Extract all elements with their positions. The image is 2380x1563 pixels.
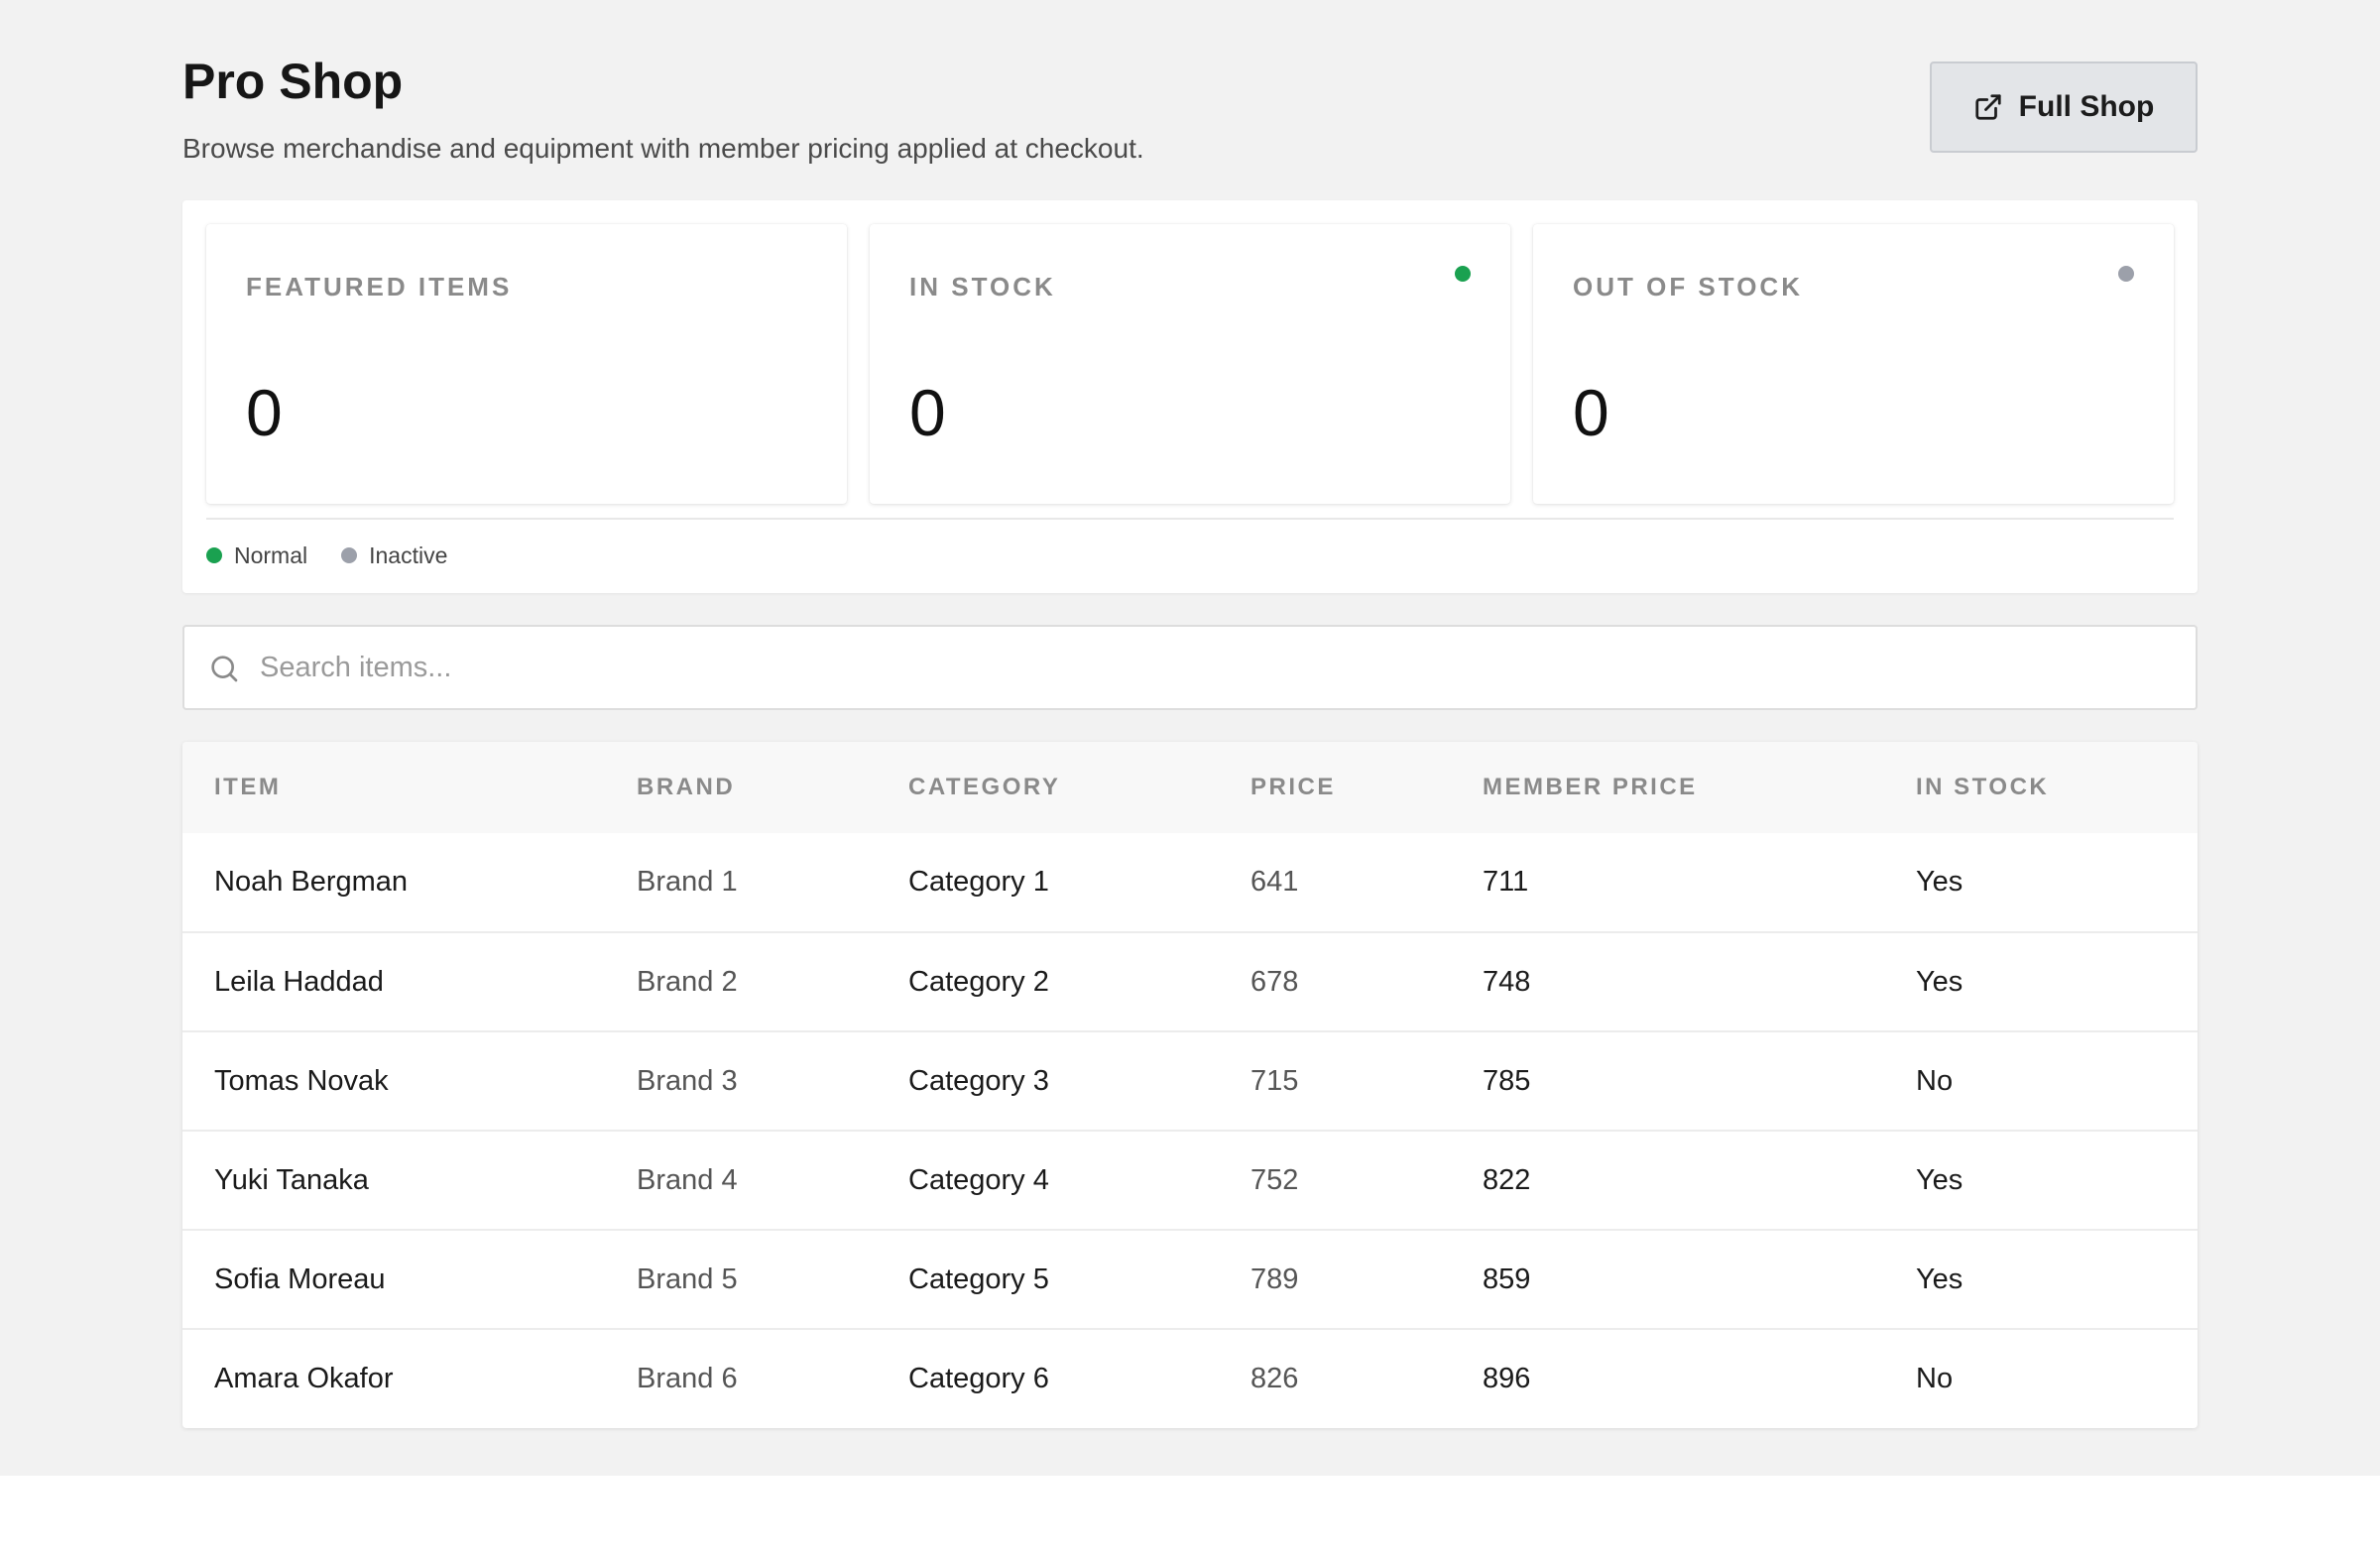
cell-brand: Brand 4 [637,1163,738,1196]
stat-value: 0 [909,376,946,449]
stat-card-featured-items: FEATURED ITEMS 0 [206,224,847,504]
legend-label: Normal [234,541,308,568]
cell-price: 715 [1250,1064,1299,1097]
external-link-icon [1973,92,2003,122]
search-box [182,625,2198,710]
legend-item-inactive: Inactive [341,542,447,569]
cell-in-stock: No [1916,1064,1954,1097]
page-subtitle: Browse merchandise and equipment with me… [182,133,1144,164]
cell-item: Tomas Novak [214,1064,389,1097]
stat-card-out-of-stock: OUT OF STOCK 0 [1533,224,2174,504]
column-header-category[interactable]: CATEGORY [877,742,1219,833]
full-shop-button[interactable]: Full Shop [1930,61,2198,153]
stat-value: 0 [246,376,283,449]
status-legend: Normal Inactive [206,538,447,573]
cell-item: Yuki Tanaka [214,1163,369,1196]
cell-brand: Brand 6 [637,1363,738,1394]
table-header-row: ITEM BRAND CATEGORY PRICE MEMBER PRICE I… [182,742,2198,833]
table-row[interactable]: Yuki Tanaka Brand 4 Category 4 752 822 Y… [182,1131,2198,1230]
cell-item: Noah Bergman [214,866,409,898]
page: Pro Shop Browse merchandise and equipmen… [0,0,2380,1476]
stat-card-in-stock: IN STOCK 0 [870,224,1510,504]
cell-item: Sofia Moreau [214,1262,386,1295]
cell-member-price: 748 [1483,965,1531,998]
cell-member-price: 711 [1483,866,1529,898]
legend-dot-normal [206,547,222,563]
cell-brand: Brand 5 [637,1262,738,1295]
cell-in-stock: Yes [1916,866,1964,898]
cell-brand: Brand 1 [637,866,738,898]
table-row[interactable]: Sofia Moreau Brand 5 Category 5 789 859 … [182,1230,2198,1329]
full-shop-button-label: Full Shop [2018,90,2155,123]
cell-price: 752 [1250,1163,1299,1196]
cell-member-price: 859 [1483,1262,1531,1295]
cell-in-stock: No [1916,1363,1954,1394]
column-header-brand[interactable]: BRAND [605,742,877,833]
cell-brand: Brand 2 [637,965,738,998]
divider [206,518,2174,520]
main-container: Pro Shop Browse merchandise and equipmen… [182,0,2198,1428]
column-header-member-price[interactable]: MEMBER PRICE [1451,742,1884,833]
cell-category: Category 4 [908,1163,1049,1196]
cell-category: Category 3 [908,1064,1049,1097]
cell-item: Amara Okafor [214,1363,394,1394]
cell-member-price: 822 [1483,1163,1531,1196]
table-row[interactable]: Noah Bergman Brand 1 Category 1 641 711 … [182,833,2198,932]
cell-category: Category 6 [908,1363,1049,1394]
legend-label: Inactive [369,541,448,568]
items-table: ITEM BRAND CATEGORY PRICE MEMBER PRICE I… [182,742,2198,1428]
cell-category: Category 5 [908,1262,1049,1295]
legend-dot-inactive [341,547,358,563]
cell-item: Leila Haddad [214,965,384,998]
search-input[interactable] [260,627,2144,708]
status-dot-inactive [2118,266,2134,282]
legend-item-normal: Normal [206,542,307,569]
page-header: Pro Shop Browse merchandise and equipmen… [182,0,2198,198]
cell-brand: Brand 3 [637,1064,738,1097]
column-header-item[interactable]: ITEM [182,742,605,833]
table-row[interactable]: Leila Haddad Brand 2 Category 2 678 748 … [182,932,2198,1031]
cell-in-stock: Yes [1916,1163,1964,1196]
cell-category: Category 2 [908,965,1049,998]
search-icon [208,653,240,684]
stat-label: FEATURED ITEMS [246,272,513,301]
status-dot-normal [1455,266,1471,282]
stats-panel: FEATURED ITEMS 0 IN STOCK 0 OUT OF STOCK… [182,200,2198,593]
stat-label: IN STOCK [909,272,1056,301]
cell-price: 641 [1250,866,1299,898]
cell-price: 826 [1250,1363,1299,1394]
page-title: Pro Shop [182,54,404,109]
column-header-price[interactable]: PRICE [1219,742,1451,833]
cell-in-stock: Yes [1916,1262,1964,1295]
cell-price: 789 [1250,1262,1299,1295]
cell-in-stock: Yes [1916,965,1964,998]
table-row[interactable]: Tomas Novak Brand 3 Category 3 715 785 N… [182,1031,2198,1131]
stat-label: OUT OF STOCK [1573,272,1803,301]
cell-member-price: 896 [1483,1363,1531,1394]
stat-value: 0 [1573,376,1609,449]
cell-member-price: 785 [1483,1064,1531,1097]
cell-price: 678 [1250,965,1299,998]
cell-category: Category 1 [908,866,1049,898]
column-header-in-stock[interactable]: IN STOCK [1884,742,2198,833]
table-row[interactable]: Amara Okafor Brand 6 Category 6 826 896 … [182,1329,2198,1428]
